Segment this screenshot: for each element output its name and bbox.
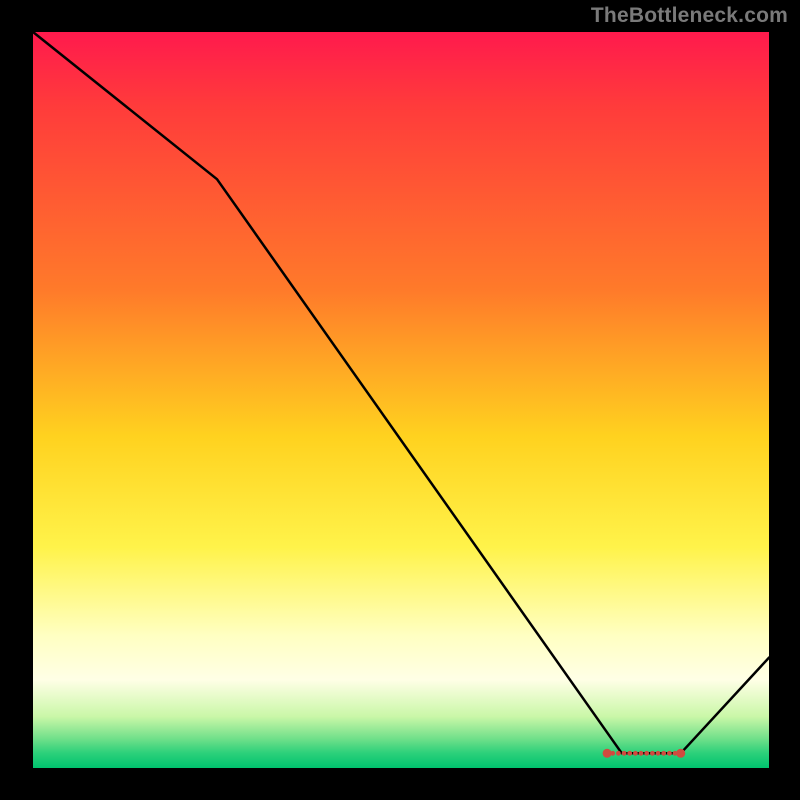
plot-area [33,32,769,768]
baseline-marker [656,751,661,756]
baseline-marker [622,751,627,756]
watermark-text: TheBottleneck.com [591,4,788,28]
chart-stage: TheBottleneck.com [0,0,800,800]
baseline-marker [650,751,655,756]
baseline-marker [603,749,612,758]
baseline-marker [633,751,638,756]
baseline-marker [616,751,621,756]
baseline-marker [627,751,632,756]
plot-svg [33,32,769,768]
baseline-marker [639,751,644,756]
baseline-marker [661,751,666,756]
baseline-marker [610,751,615,756]
data-curve [33,32,769,753]
baseline-marker [676,749,685,758]
baseline-marker [644,751,649,756]
baseline-marker [667,751,672,756]
